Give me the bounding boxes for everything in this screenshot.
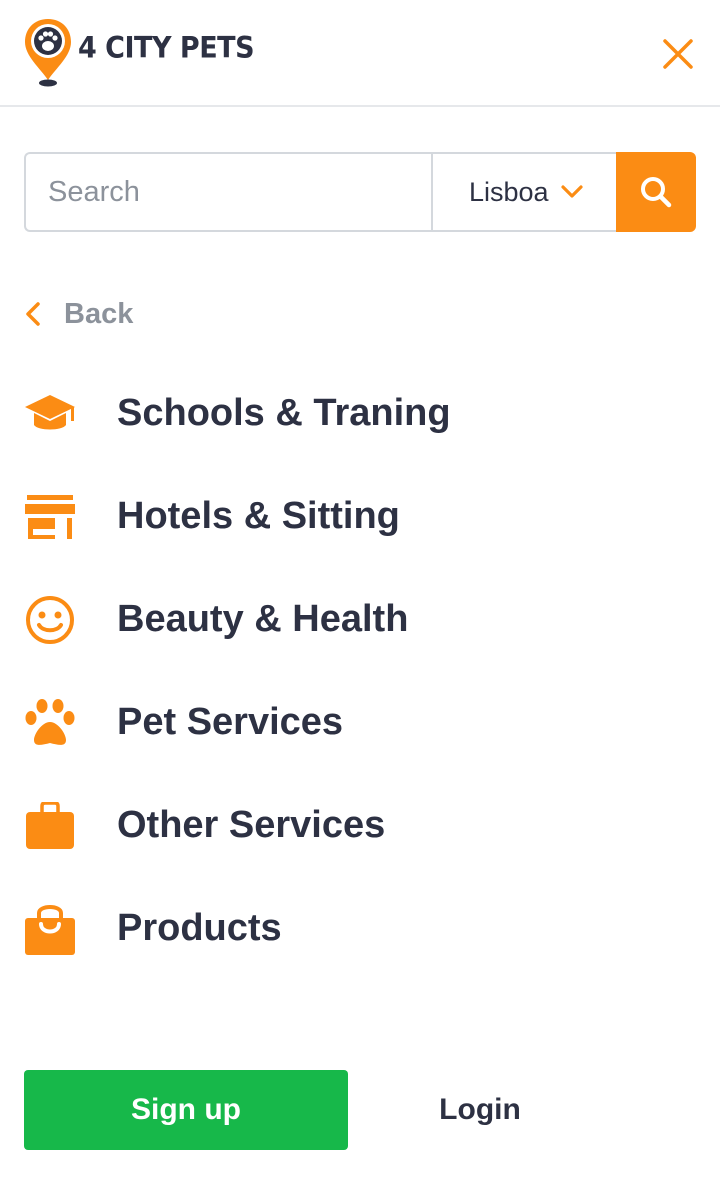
back-link[interactable]: Back — [24, 292, 133, 336]
graduation-cap-icon — [24, 388, 76, 440]
login-button[interactable]: Login — [380, 1070, 580, 1150]
close-icon[interactable] — [660, 36, 696, 72]
menu-item-label: Schools & Traning — [117, 392, 451, 434]
menu-item-schools-training[interactable]: Schools & Traning — [24, 362, 696, 465]
location-pin-logo-icon — [25, 19, 71, 87]
menu-item-label: Beauty & Health — [117, 598, 409, 640]
header: 4 CITY PETS — [0, 0, 720, 107]
signup-button[interactable]: Sign up — [24, 1070, 348, 1150]
menu-item-hotels-sitting[interactable]: Hotels & Sitting — [24, 465, 696, 568]
search-bar: Lisboa — [24, 152, 696, 232]
category-menu: Schools & Traning Hotels & Sitting Beaut… — [24, 362, 696, 980]
menu-item-label: Products — [117, 907, 282, 949]
menu-item-label: Pet Services — [117, 701, 344, 743]
menu-item-other-services[interactable]: Other Services — [24, 774, 696, 877]
search-icon — [641, 177, 672, 208]
brand-logo[interactable]: 4 CITY PETS — [22, 16, 255, 88]
chevron-left-icon — [26, 302, 40, 326]
back-label: Back — [64, 297, 134, 330]
menu-item-label: Other Services — [117, 804, 386, 846]
smile-icon — [24, 594, 76, 646]
menu-item-beauty-health[interactable]: Beauty & Health — [24, 568, 696, 671]
menu-item-pet-services[interactable]: Pet Services — [24, 671, 696, 774]
briefcase-icon — [24, 800, 76, 852]
chevron-down-icon — [560, 185, 583, 198]
menu-item-products[interactable]: Products — [24, 877, 696, 980]
search-button[interactable] — [616, 152, 696, 232]
city-select[interactable]: Lisboa — [431, 152, 617, 232]
brand-name: 4 CITY PETS — [78, 31, 255, 65]
store-icon — [24, 491, 76, 543]
shopping-bag-icon — [24, 903, 76, 955]
menu-item-label: Hotels & Sitting — [117, 495, 400, 537]
city-select-value: Lisboa — [469, 176, 549, 207]
search-input[interactable] — [24, 152, 431, 232]
paw-icon — [24, 697, 76, 749]
